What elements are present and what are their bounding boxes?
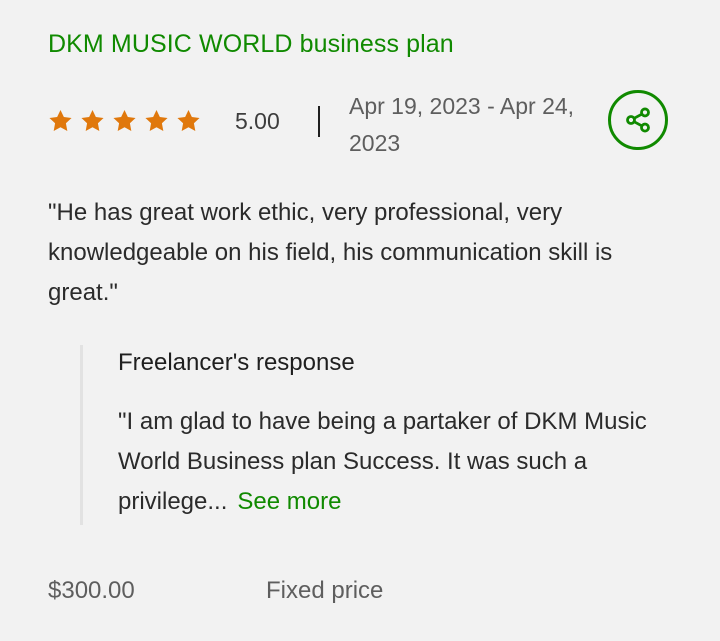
response-heading: Freelancer's response	[118, 349, 355, 376]
response-body: "I am glad to have being a partaker of D…	[118, 402, 668, 522]
star-icon	[113, 109, 136, 131]
rating-stars	[47, 108, 202, 134]
star-icon	[177, 109, 200, 131]
price-type: Fixed price	[266, 577, 384, 604]
rating-value: 5.00	[235, 108, 280, 134]
job-title-link[interactable]: DKM MUSIC WORLD business plan	[48, 30, 454, 59]
price-amount: $300.00	[48, 577, 135, 604]
share-button[interactable]	[608, 90, 668, 150]
star-icon	[145, 109, 168, 131]
see-more-link[interactable]: See more	[237, 488, 341, 515]
client-feedback: "He has great work ethic, very professio…	[48, 199, 613, 306]
star-icon	[81, 109, 104, 131]
share-icon	[626, 107, 650, 133]
freelancer-response: Freelancer's response "I am glad to have…	[80, 345, 673, 525]
divider	[318, 106, 320, 137]
date-range: Apr 19, 2023 - Apr 24, 2023	[349, 93, 575, 156]
star-icon	[49, 109, 72, 131]
review-card: DKM MUSIC WORLD business plan 5.00 Apr 1…	[0, 0, 720, 641]
response-text: "I am glad to have being a partaker of D…	[118, 408, 647, 515]
